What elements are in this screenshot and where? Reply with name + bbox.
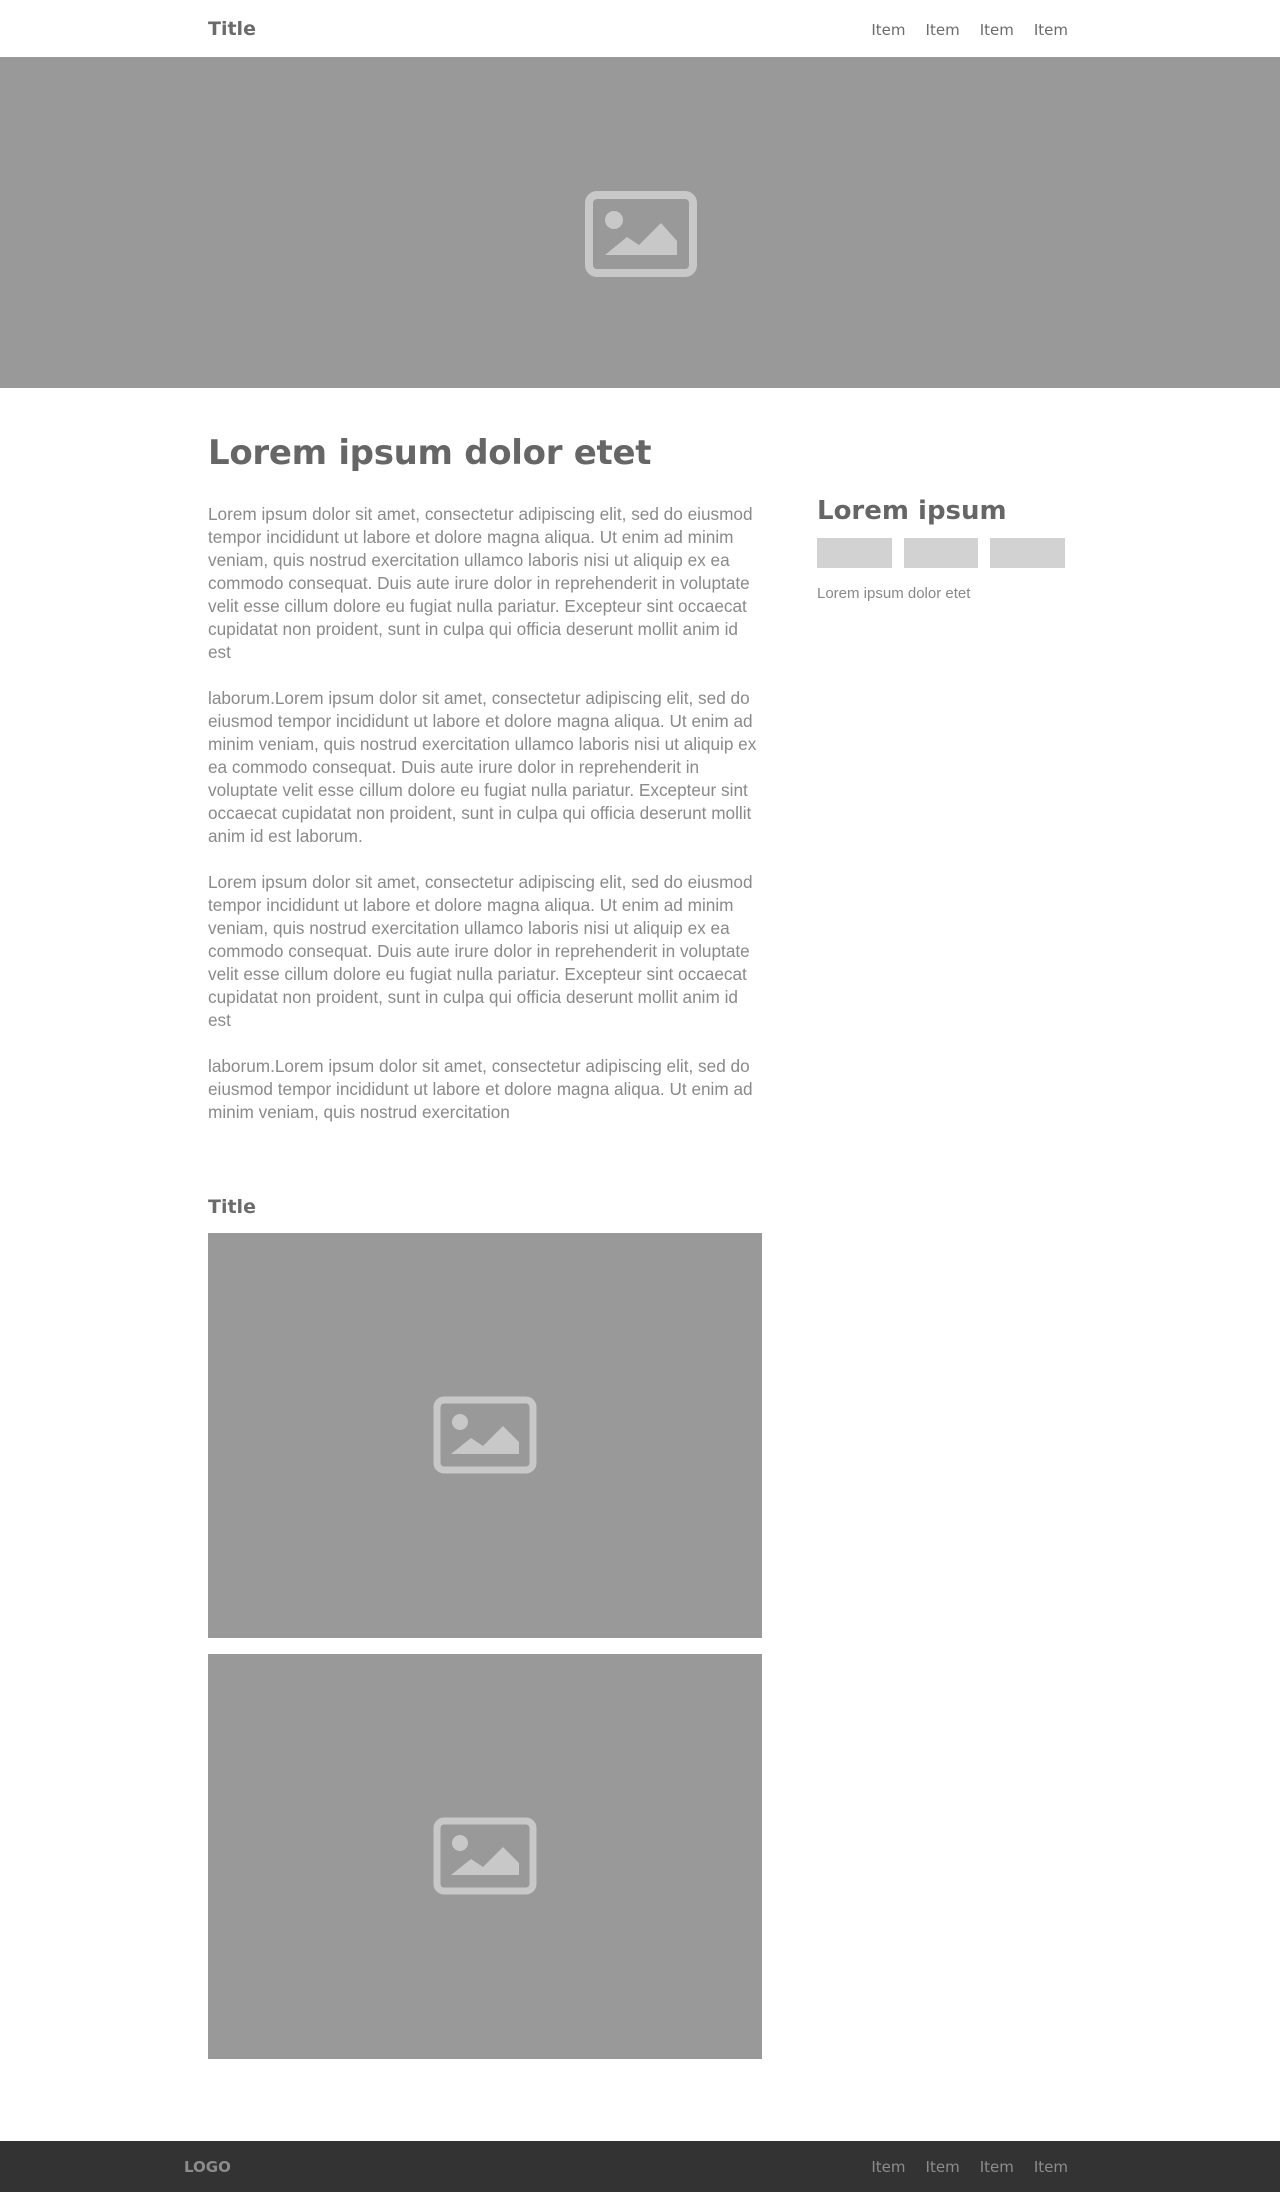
footer-nav-item-3[interactable]: Item xyxy=(980,2158,1014,2176)
nav-item-3[interactable]: Item xyxy=(980,21,1014,39)
sidebar-caption: Lorem ipsum dolor etet xyxy=(817,585,971,602)
gallery-title: Title xyxy=(208,1196,256,1218)
gallery-image-1 xyxy=(208,1233,762,1638)
image-placeholder-icon xyxy=(433,1396,537,1474)
image-placeholder-icon xyxy=(433,1817,537,1895)
tag-list xyxy=(817,538,1077,568)
gallery-image-2 xyxy=(208,1654,762,2059)
site-title[interactable]: Title xyxy=(208,18,256,40)
site-header: Title Item Item Item Item xyxy=(0,0,1280,57)
article-paragraph-3: Lorem ipsum dolor sit amet, consectetur … xyxy=(208,872,753,1030)
site-footer: LOGO Item Item Item Item xyxy=(0,2141,1280,2192)
article-body: Lorem ipsum dolor sit amet, consectetur … xyxy=(208,503,764,1147)
article-paragraph-1: Lorem ipsum dolor sit amet, consectetur … xyxy=(208,504,753,662)
footer-logo[interactable]: LOGO xyxy=(184,2158,231,2176)
hero-image xyxy=(0,57,1280,388)
article-paragraph-2: laborum.Lorem ipsum dolor sit amet, cons… xyxy=(208,688,757,846)
image-placeholder-icon xyxy=(585,191,697,277)
nav-item-1[interactable]: Item xyxy=(871,21,905,39)
footer-nav-item-4[interactable]: Item xyxy=(1034,2158,1068,2176)
tag-placeholder-2[interactable] xyxy=(903,538,979,568)
footer-nav-item-1[interactable]: Item xyxy=(871,2158,905,2176)
header-nav: Item Item Item Item xyxy=(851,21,1068,39)
footer-nav: Item Item Item Item xyxy=(851,2158,1068,2176)
tag-placeholder-1[interactable] xyxy=(817,538,892,568)
footer-nav-item-2[interactable]: Item xyxy=(926,2158,960,2176)
sidebar-heading: Lorem ipsum xyxy=(817,496,1007,526)
page-title: Lorem ipsum dolor etet xyxy=(208,433,652,473)
tag-placeholder-3[interactable] xyxy=(990,538,1066,568)
article-paragraph-4: laborum.Lorem ipsum dolor sit amet, cons… xyxy=(208,1056,753,1122)
nav-item-4[interactable]: Item xyxy=(1034,21,1068,39)
sidebar: Lorem ipsum Lorem ipsum dolor etet xyxy=(817,496,1077,602)
nav-item-2[interactable]: Item xyxy=(926,21,960,39)
